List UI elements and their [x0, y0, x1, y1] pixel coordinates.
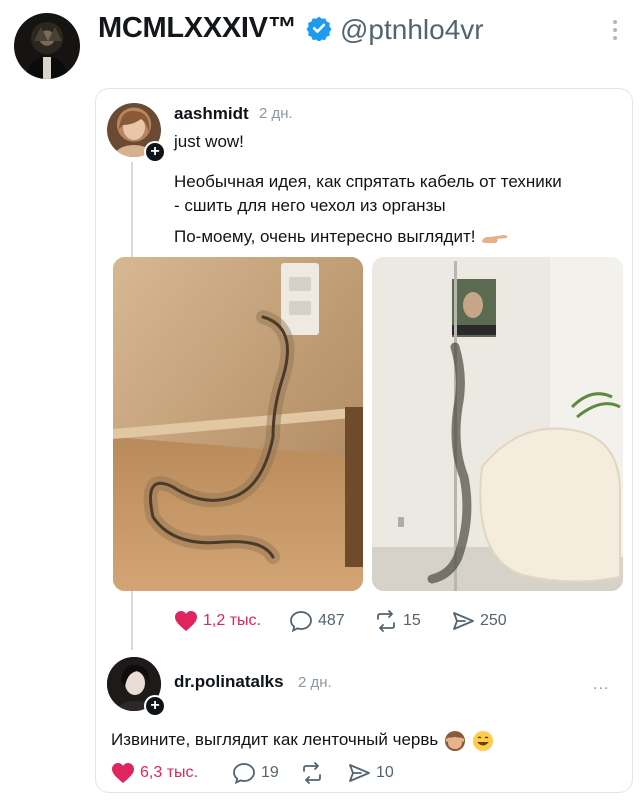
- share-count: 10: [376, 764, 394, 781]
- post-text-line: Необычная идея, как спрятать кабель от т…: [174, 172, 562, 191]
- reply-share-button[interactable]: 10: [347, 762, 394, 784]
- post-image-floor-lamp[interactable]: [372, 257, 623, 591]
- reply-text: Извините, выглядит как ленточный червь: [111, 728, 494, 752]
- follow-plus-button[interactable]: +: [144, 695, 166, 717]
- reply-like-button[interactable]: 6,3 тыс.: [111, 762, 198, 784]
- post-time: 2 дн.: [298, 674, 332, 691]
- comment-button[interactable]: 487: [289, 610, 345, 632]
- reply-more-options[interactable]: ...: [593, 676, 609, 694]
- repost-icon: [303, 762, 321, 784]
- grinning-emoji: [472, 730, 493, 751]
- comment-icon: [290, 611, 312, 632]
- see-no-evil-monkey-emoji: [444, 730, 465, 751]
- author-display-name[interactable]: MCMLXXXIV™: [98, 12, 297, 45]
- comment-icon: [233, 763, 255, 784]
- post-time: 2 дн.: [259, 105, 293, 122]
- heart-icon: [175, 611, 197, 631]
- share-icon: [453, 612, 474, 630]
- reply-repost-button[interactable]: [300, 762, 329, 784]
- post-image-outlet-cable[interactable]: [113, 257, 363, 591]
- comment-count: 19: [261, 764, 279, 781]
- follow-plus-button[interactable]: +: [144, 141, 166, 163]
- username[interactable]: aashmidt: [174, 104, 249, 124]
- share-button[interactable]: 250: [451, 610, 507, 632]
- like-button[interactable]: 1,2 тыс.: [174, 610, 261, 632]
- more-options-icon[interactable]: [612, 20, 618, 42]
- pointing-hand-emoji: [482, 234, 508, 243]
- repost-count: 15: [403, 612, 421, 629]
- author-handle[interactable]: @ptnhlo4vr: [340, 14, 484, 46]
- author-avatar[interactable]: [14, 13, 80, 79]
- like-count: 1,2 тыс.: [203, 612, 261, 629]
- like-count: 6,3 тыс.: [140, 764, 198, 781]
- repost-button[interactable]: 15: [374, 610, 421, 632]
- heart-icon: [112, 763, 134, 783]
- post-text-line: just wow!: [174, 132, 244, 151]
- verified-badge-icon: [306, 16, 332, 41]
- comment-count: 487: [318, 612, 345, 629]
- share-icon: [349, 764, 370, 782]
- share-count: 250: [480, 612, 507, 629]
- post-text-line: - сшить для него чехол из органзы: [174, 196, 446, 215]
- reply-comment-button[interactable]: 19: [232, 762, 279, 784]
- post-text-line: По-моему, очень интересно выглядит!: [174, 225, 510, 249]
- username[interactable]: dr.polinatalks: [174, 672, 284, 692]
- repost-icon: [377, 610, 395, 632]
